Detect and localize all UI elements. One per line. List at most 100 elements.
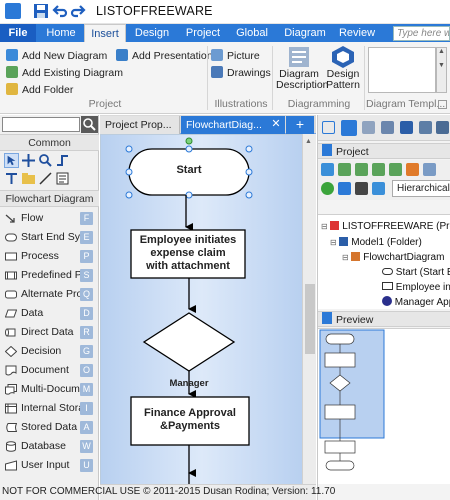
tab-project-properties[interactable]: Project Prop... (100, 116, 180, 134)
picture-icon (211, 49, 223, 61)
scroll-thumb[interactable] (305, 284, 315, 354)
shape-stored-data[interactable]: Stored Data A (0, 418, 99, 437)
add-presentation-button[interactable]: Add Presentation (116, 48, 213, 64)
diagram-description-button[interactable]: Diagram Description (276, 45, 329, 97)
shape-data[interactable]: Data D (0, 304, 99, 323)
shape-flow[interactable]: Flow F (0, 209, 99, 228)
undo-icon[interactable] (52, 3, 68, 19)
preview-panel-icon (322, 312, 332, 324)
add-folder-button[interactable]: Add Folder (6, 82, 73, 98)
project-tool-5[interactable] (389, 163, 402, 176)
shape-alternate-process[interactable]: Alternate ProceQ (0, 285, 99, 304)
tree-item-start[interactable]: Start (Start En (382, 265, 450, 280)
presentation-icon (116, 49, 128, 61)
diagram-canvas[interactable]: Start Employee initiates expense claim w… (100, 134, 303, 485)
preview-panel-header[interactable]: Preview (318, 311, 450, 327)
shape-document[interactable]: Document O (0, 361, 99, 380)
shape-start-end[interactable]: Start End SymbE (0, 228, 99, 247)
tab-global[interactable]: Global (230, 24, 274, 42)
toolbar-icon-3[interactable] (362, 121, 375, 134)
existing-diagram-icon (6, 66, 18, 78)
shape-database[interactable]: Database W (0, 437, 99, 456)
status-bar: NOT FOR COMMERCIAL USE © 2011-2015 Dusan… (0, 484, 450, 500)
app-menu-icon[interactable] (5, 3, 21, 19)
view-mode-select[interactable]: Hierarchical V (392, 180, 450, 197)
shapes-search-input[interactable] (2, 117, 80, 132)
project-icon (330, 221, 340, 230)
flowchart-header[interactable]: Flowchart Diagram (0, 190, 99, 207)
gallery-scroll[interactable]: ▲ ▼ (436, 47, 447, 93)
toolbar-icon-4[interactable] (381, 121, 394, 134)
tree-item-flowchart-diagram[interactable]: ⊟ FlowchartDiagram (342, 250, 444, 265)
toolbar-icon-7[interactable] (436, 121, 449, 134)
note-icon[interactable] (55, 171, 70, 186)
project-tool-6[interactable] (406, 163, 419, 176)
connector-icon[interactable] (55, 153, 70, 168)
shape-process[interactable]: Process P (0, 247, 99, 266)
new-tab-plus-icon[interactable]: + (286, 116, 314, 134)
tree-item-employee[interactable]: Employee initi (382, 280, 450, 295)
design-pattern-button[interactable]: Design Pattern (324, 45, 362, 97)
tab-review[interactable]: Review (334, 24, 380, 42)
shape-internal-storage[interactable]: Internal StorageI (0, 399, 99, 418)
line-icon[interactable] (38, 171, 53, 186)
tab-diagram[interactable]: Diagram (280, 24, 330, 42)
tab-insert[interactable]: Insert (84, 24, 126, 43)
project-tree: ⊟ LISTOFFREEWARE (Proj ⊟ Model1 (Folder)… (318, 214, 450, 309)
shape-predefined-process[interactable]: Predefined ProS (0, 266, 99, 285)
close-tab-icon[interactable]: ✕ (270, 117, 282, 131)
search-icon[interactable] (81, 116, 98, 133)
diagram-templates-gallery[interactable] (368, 47, 436, 93)
preview-pane[interactable] (318, 328, 450, 484)
common-header[interactable]: Common (0, 134, 99, 151)
ribbon-tabs: File Home Insert Design Project Global D… (0, 24, 450, 43)
refresh-icon[interactable] (321, 182, 334, 195)
folder-icon[interactable] (21, 171, 36, 186)
expand-icon[interactable]: ⊟ (321, 222, 328, 231)
project-tool-1[interactable] (321, 163, 334, 176)
project-tool-10[interactable] (355, 182, 368, 195)
project-tool-4[interactable] (372, 163, 385, 176)
toolbar-icon-5[interactable] (400, 121, 413, 134)
picture-button[interactable]: Picture (211, 48, 260, 64)
toolbar-icon-6[interactable] (419, 121, 432, 134)
ribbon-search-input[interactable]: Type here wh (393, 26, 450, 41)
toolbar-icon-2[interactable] (341, 120, 357, 136)
add-new-diagram-button[interactable]: Add New Diagram (6, 48, 107, 64)
diagram-icon (351, 252, 361, 261)
toolbar-icon-1[interactable] (322, 121, 335, 134)
redo-icon[interactable] (70, 3, 86, 19)
tab-design[interactable]: Design (129, 24, 175, 42)
project-panel-header[interactable]: Project (318, 143, 450, 159)
project-tool-7[interactable] (423, 163, 436, 176)
tab-file[interactable]: File (0, 24, 36, 42)
expand-icon[interactable]: ⊟ (342, 253, 349, 262)
pan-icon[interactable] (21, 153, 36, 168)
alternate-process-icon (5, 290, 17, 299)
terminator-icon (382, 268, 393, 275)
drawings-button[interactable]: Drawings (211, 65, 271, 81)
anchor-icon[interactable] (4, 171, 19, 186)
zoom-icon[interactable] (38, 153, 53, 168)
tab-project[interactable]: Project (180, 24, 226, 42)
project-tool-2[interactable] (338, 163, 351, 176)
canvas-vertical-scrollbar[interactable]: ▲ (302, 134, 316, 484)
expand-icon[interactable]: ⊟ (330, 238, 337, 247)
tree-item-project[interactable]: ⊟ LISTOFFREEWARE (Proj (321, 219, 450, 234)
tab-home[interactable]: Home (40, 24, 82, 42)
ribbon-separator (207, 46, 208, 110)
shape-decision[interactable]: Decision G (0, 342, 99, 361)
pointer-icon[interactable] (4, 153, 19, 168)
tree-item-model[interactable]: ⊟ Model1 (Folder) (330, 235, 422, 250)
shape-user-input[interactable]: User Input U (0, 456, 99, 475)
model-icon (339, 237, 349, 246)
shape-direct-data[interactable]: Direct Data R (0, 323, 99, 342)
add-existing-diagram-button[interactable]: Add Existing Diagram (6, 65, 123, 81)
project-tool-11[interactable] (372, 182, 385, 195)
shape-multi-document[interactable]: Multi-DocumenM (0, 380, 99, 399)
save-icon[interactable] (33, 3, 49, 19)
project-tool-9[interactable] (338, 182, 351, 195)
project-tool-3[interactable] (355, 163, 368, 176)
dialog-launcher-icon[interactable] (438, 100, 447, 109)
tree-item-manager[interactable]: Manager App (382, 295, 450, 309)
